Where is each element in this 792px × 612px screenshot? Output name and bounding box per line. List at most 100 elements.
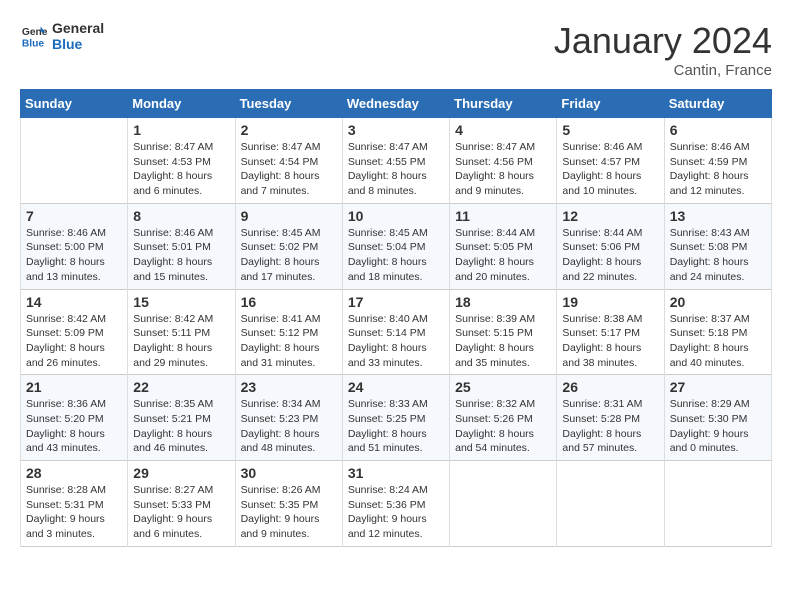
day-info: Sunrise: 8:46 AM Sunset: 5:00 PM Dayligh… (26, 226, 122, 285)
day-cell: 31Sunrise: 8:24 AM Sunset: 5:36 PM Dayli… (342, 461, 449, 547)
day-number: 12 (562, 208, 658, 224)
day-number: 20 (670, 294, 766, 310)
day-info: Sunrise: 8:41 AM Sunset: 5:12 PM Dayligh… (241, 312, 337, 371)
day-info: Sunrise: 8:47 AM Sunset: 4:54 PM Dayligh… (241, 140, 337, 199)
day-info: Sunrise: 8:45 AM Sunset: 5:04 PM Dayligh… (348, 226, 444, 285)
day-info: Sunrise: 8:35 AM Sunset: 5:21 PM Dayligh… (133, 397, 229, 456)
day-number: 19 (562, 294, 658, 310)
week-row-3: 14 Sunrise: 8:42 AM Sunset: 5:09 PM Dayli… (21, 289, 772, 375)
header-cell-monday: Monday (128, 90, 235, 118)
day-cell: 17 Sunrise: 8:40 AM Sunset: 5:14 PM Dayli… (342, 289, 449, 375)
month-title: January 2024 (554, 20, 772, 62)
day-number: 28 (26, 465, 122, 481)
day-number: 13 (670, 208, 766, 224)
day-cell (450, 461, 557, 547)
day-info: Sunrise: 8:36 AM Sunset: 5:20 PM Dayligh… (26, 397, 122, 456)
day-info: Sunrise: 8:24 AM Sunset: 5:36 PM Dayligh… (348, 483, 444, 542)
day-info: Sunrise: 8:46 AM Sunset: 4:59 PM Dayligh… (670, 140, 766, 199)
day-number: 29 (133, 465, 229, 481)
day-number: 15 (133, 294, 229, 310)
day-cell: 13 Sunrise: 8:43 AM Sunset: 5:08 PM Dayli… (664, 203, 771, 289)
day-number: 30 (241, 465, 337, 481)
day-info: Sunrise: 8:32 AM Sunset: 5:26 PM Dayligh… (455, 397, 551, 456)
header-cell-friday: Friday (557, 90, 664, 118)
day-cell: 3 Sunrise: 8:47 AM Sunset: 4:55 PM Daylig… (342, 118, 449, 204)
day-cell (557, 461, 664, 547)
day-number: 25 (455, 379, 551, 395)
header-cell-saturday: Saturday (664, 90, 771, 118)
day-cell: 29 Sunrise: 8:27 AM Sunset: 5:33 PM Dayli… (128, 461, 235, 547)
svg-text:Blue: Blue (22, 38, 45, 49)
title-block: January 2024 Cantin, France (554, 20, 772, 79)
day-cell: 20 Sunrise: 8:37 AM Sunset: 5:18 PM Dayli… (664, 289, 771, 375)
day-info: Sunrise: 8:27 AM Sunset: 5:33 PM Dayligh… (133, 483, 229, 542)
week-row-4: 21Sunrise: 8:36 AM Sunset: 5:20 PM Dayli… (21, 375, 772, 461)
day-info: Sunrise: 8:38 AM Sunset: 5:17 PM Dayligh… (562, 312, 658, 371)
day-number: 23 (241, 379, 337, 395)
day-info: Sunrise: 8:46 AM Sunset: 5:01 PM Dayligh… (133, 226, 229, 285)
day-number: 9 (241, 208, 337, 224)
header-cell-thursday: Thursday (450, 90, 557, 118)
day-cell: 28 Sunrise: 8:28 AM Sunset: 5:31 PM Dayli… (21, 461, 128, 547)
day-number: 18 (455, 294, 551, 310)
day-cell: 25 Sunrise: 8:32 AM Sunset: 5:26 PM Dayli… (450, 375, 557, 461)
page-header: General Blue General Blue January 2024 C… (20, 20, 772, 79)
day-cell: 1 Sunrise: 8:47 AM Sunset: 4:53 PM Daylig… (128, 118, 235, 204)
day-info: Sunrise: 8:28 AM Sunset: 5:31 PM Dayligh… (26, 483, 122, 542)
day-cell: 6 Sunrise: 8:46 AM Sunset: 4:59 PM Daylig… (664, 118, 771, 204)
day-cell: 16Sunrise: 8:41 AM Sunset: 5:12 PM Dayli… (235, 289, 342, 375)
day-cell: 21Sunrise: 8:36 AM Sunset: 5:20 PM Dayli… (21, 375, 128, 461)
day-cell (21, 118, 128, 204)
day-info: Sunrise: 8:42 AM Sunset: 5:09 PM Dayligh… (26, 312, 122, 371)
day-info: Sunrise: 8:39 AM Sunset: 5:15 PM Dayligh… (455, 312, 551, 371)
header-row: SundayMondayTuesdayWednesdayThursdayFrid… (21, 90, 772, 118)
header-cell-wednesday: Wednesday (342, 90, 449, 118)
day-info: Sunrise: 8:47 AM Sunset: 4:53 PM Dayligh… (133, 140, 229, 199)
day-number: 10 (348, 208, 444, 224)
logo-blue: Blue (52, 36, 104, 52)
day-cell: 18 Sunrise: 8:39 AM Sunset: 5:15 PM Dayli… (450, 289, 557, 375)
logo-icon: General Blue (20, 22, 48, 50)
day-cell: 23Sunrise: 8:34 AM Sunset: 5:23 PM Dayli… (235, 375, 342, 461)
day-info: Sunrise: 8:37 AM Sunset: 5:18 PM Dayligh… (670, 312, 766, 371)
day-number: 27 (670, 379, 766, 395)
day-info: Sunrise: 8:29 AM Sunset: 5:30 PM Dayligh… (670, 397, 766, 456)
day-number: 6 (670, 122, 766, 138)
day-number: 24 (348, 379, 444, 395)
week-row-5: 28 Sunrise: 8:28 AM Sunset: 5:31 PM Dayli… (21, 461, 772, 547)
day-cell: 11Sunrise: 8:44 AM Sunset: 5:05 PM Dayli… (450, 203, 557, 289)
day-cell: 19 Sunrise: 8:38 AM Sunset: 5:17 PM Dayli… (557, 289, 664, 375)
day-cell: 24 Sunrise: 8:33 AM Sunset: 5:25 PM Dayli… (342, 375, 449, 461)
day-number: 8 (133, 208, 229, 224)
day-cell: 8 Sunrise: 8:46 AM Sunset: 5:01 PM Daylig… (128, 203, 235, 289)
day-number: 17 (348, 294, 444, 310)
day-number: 2 (241, 122, 337, 138)
day-cell: 22Sunrise: 8:35 AM Sunset: 5:21 PM Dayli… (128, 375, 235, 461)
day-info: Sunrise: 8:44 AM Sunset: 5:06 PM Dayligh… (562, 226, 658, 285)
day-cell: 12 Sunrise: 8:44 AM Sunset: 5:06 PM Dayli… (557, 203, 664, 289)
day-number: 5 (562, 122, 658, 138)
day-number: 1 (133, 122, 229, 138)
day-info: Sunrise: 8:47 AM Sunset: 4:55 PM Dayligh… (348, 140, 444, 199)
day-info: Sunrise: 8:31 AM Sunset: 5:28 PM Dayligh… (562, 397, 658, 456)
day-info: Sunrise: 8:33 AM Sunset: 5:25 PM Dayligh… (348, 397, 444, 456)
header-cell-tuesday: Tuesday (235, 90, 342, 118)
calendar-body: 1 Sunrise: 8:47 AM Sunset: 4:53 PM Daylig… (21, 118, 772, 547)
day-number: 14 (26, 294, 122, 310)
day-cell: 14 Sunrise: 8:42 AM Sunset: 5:09 PM Dayli… (21, 289, 128, 375)
day-info: Sunrise: 8:40 AM Sunset: 5:14 PM Dayligh… (348, 312, 444, 371)
week-row-1: 1 Sunrise: 8:47 AM Sunset: 4:53 PM Daylig… (21, 118, 772, 204)
day-cell: 7 Sunrise: 8:46 AM Sunset: 5:00 PM Daylig… (21, 203, 128, 289)
day-cell: 26 Sunrise: 8:31 AM Sunset: 5:28 PM Dayli… (557, 375, 664, 461)
day-number: 3 (348, 122, 444, 138)
svg-text:General: General (22, 27, 48, 38)
day-number: 7 (26, 208, 122, 224)
day-cell: 10 Sunrise: 8:45 AM Sunset: 5:04 PM Dayli… (342, 203, 449, 289)
day-cell: 2 Sunrise: 8:47 AM Sunset: 4:54 PM Daylig… (235, 118, 342, 204)
day-info: Sunrise: 8:44 AM Sunset: 5:05 PM Dayligh… (455, 226, 551, 285)
day-cell: 15Sunrise: 8:42 AM Sunset: 5:11 PM Dayli… (128, 289, 235, 375)
day-number: 26 (562, 379, 658, 395)
day-info: Sunrise: 8:43 AM Sunset: 5:08 PM Dayligh… (670, 226, 766, 285)
day-number: 4 (455, 122, 551, 138)
calendar-header: SundayMondayTuesdayWednesdayThursdayFrid… (21, 90, 772, 118)
